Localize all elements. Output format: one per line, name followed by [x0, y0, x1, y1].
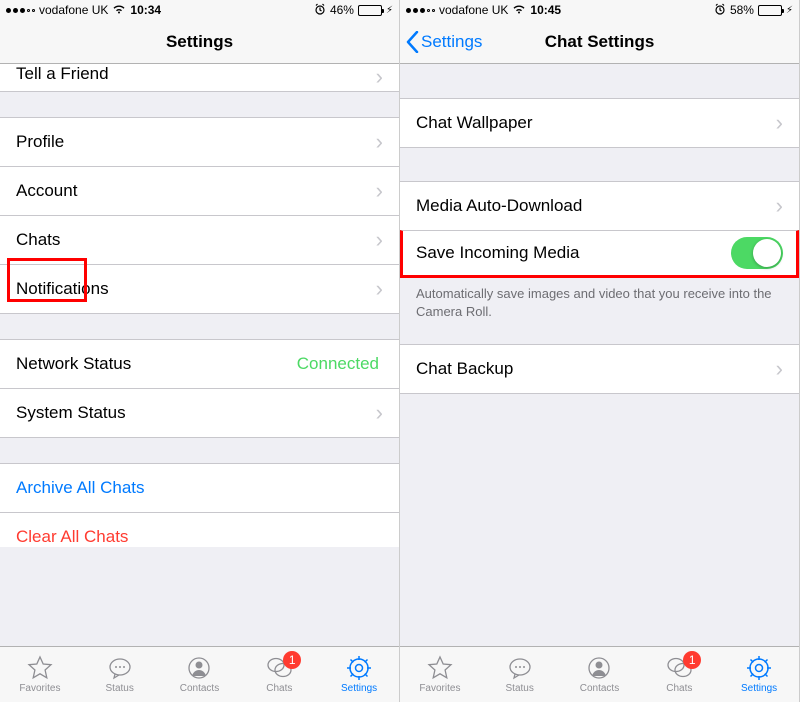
row-label: Account: [16, 181, 376, 201]
row-archive-all[interactable]: Archive All Chats: [0, 463, 399, 513]
tab-label: Settings: [741, 683, 777, 694]
tab-chats[interactable]: 1 Chats: [239, 647, 319, 702]
battery-pct: 46%: [330, 3, 354, 17]
navbar-title: Settings: [166, 32, 233, 52]
signal-dots-icon: [6, 8, 35, 13]
contacts-icon: [185, 655, 213, 681]
row-chat-wallpaper[interactable]: Chat Wallpaper ›: [400, 98, 799, 148]
time-label: 10:34: [130, 3, 161, 17]
status-icon: [106, 655, 134, 681]
carrier-label: vodafone UK: [439, 3, 508, 17]
row-label: Profile: [16, 132, 376, 152]
tab-contacts[interactable]: Contacts: [160, 647, 240, 702]
row-clear-all[interactable]: Clear All Chats: [0, 512, 399, 547]
chat-settings-screen: vodafone UK 10:45 58% ⚡︎ Settings Chat S…: [400, 0, 800, 702]
battery-icon: [358, 5, 382, 16]
chevron-right-icon: ›: [376, 64, 383, 90]
status-bar: vodafone UK 10:34 46% ⚡︎: [0, 0, 399, 20]
chevron-right-icon: ›: [376, 227, 383, 253]
battery-pct: 58%: [730, 3, 754, 17]
chevron-right-icon: ›: [376, 178, 383, 204]
chevron-right-icon: ›: [376, 276, 383, 302]
navbar: Settings: [0, 20, 399, 64]
tab-favorites[interactable]: Favorites: [0, 647, 80, 702]
tab-label: Status: [506, 683, 534, 694]
navbar: Settings Chat Settings: [400, 20, 799, 64]
save-incoming-toggle[interactable]: [731, 237, 783, 269]
network-status-value: Connected: [297, 354, 379, 374]
chevron-right-icon: ›: [376, 129, 383, 155]
charging-icon: ⚡︎: [786, 5, 793, 16]
row-network-status[interactable]: Network Status Connected: [0, 339, 399, 389]
chevron-left-icon: [406, 31, 419, 53]
alarm-icon: [714, 3, 726, 18]
time-label: 10:45: [530, 3, 561, 17]
contacts-icon: [585, 655, 613, 681]
tab-label: Favorites: [19, 683, 60, 694]
tab-chats[interactable]: 1 Chats: [639, 647, 719, 702]
chevron-right-icon: ›: [776, 356, 783, 382]
row-notifications[interactable]: Notifications ›: [0, 264, 399, 314]
gear-icon: [345, 655, 373, 681]
tab-label: Settings: [341, 683, 377, 694]
tab-label: Status: [106, 683, 134, 694]
chats-badge: 1: [283, 651, 301, 669]
navbar-title: Chat Settings: [545, 32, 655, 52]
tab-bar: Favorites Status Contacts 1 Chats Settin…: [400, 646, 799, 702]
carrier-label: vodafone UK: [39, 3, 108, 17]
battery-icon: [758, 5, 782, 16]
signal-dots-icon: [406, 8, 435, 13]
row-chat-backup[interactable]: Chat Backup ›: [400, 344, 799, 394]
alarm-icon: [314, 3, 326, 18]
tab-contacts[interactable]: Contacts: [560, 647, 640, 702]
chevron-right-icon: ›: [376, 400, 383, 426]
row-label: Clear All Chats: [16, 527, 383, 547]
tab-label: Contacts: [580, 683, 619, 694]
row-system-status[interactable]: System Status ›: [0, 388, 399, 438]
tab-label: Chats: [666, 683, 692, 694]
row-label: Chats: [16, 230, 376, 250]
charging-icon: ⚡︎: [386, 5, 393, 16]
gear-icon: [745, 655, 773, 681]
tab-favorites[interactable]: Favorites: [400, 647, 480, 702]
status-bar: vodafone UK 10:45 58% ⚡︎: [400, 0, 799, 20]
tab-settings[interactable]: Settings: [719, 647, 799, 702]
chevron-right-icon: ›: [776, 110, 783, 136]
back-button[interactable]: Settings: [406, 31, 482, 53]
chevron-right-icon: ›: [776, 193, 783, 219]
back-label: Settings: [421, 32, 482, 52]
settings-screen: vodafone UK 10:34 46% ⚡︎ Settings Tell a…: [0, 0, 400, 702]
row-chats[interactable]: Chats ›: [0, 215, 399, 265]
row-account[interactable]: Account ›: [0, 166, 399, 216]
tab-status[interactable]: Status: [480, 647, 560, 702]
row-label: Archive All Chats: [16, 478, 383, 498]
chats-badge: 1: [683, 651, 701, 669]
tab-bar: Favorites Status Contacts 1 Chats Settin…: [0, 646, 399, 702]
wifi-icon: [512, 3, 526, 17]
row-label: Media Auto-Download: [416, 196, 776, 216]
tab-settings[interactable]: Settings: [319, 647, 399, 702]
save-incoming-note: Automatically save images and video that…: [400, 277, 799, 320]
row-save-incoming-media[interactable]: Save Incoming Media: [400, 230, 799, 278]
tab-label: Chats: [266, 683, 292, 694]
row-label: Chat Wallpaper: [416, 113, 776, 133]
row-label: Save Incoming Media: [416, 243, 731, 263]
row-label: Network Status: [16, 354, 297, 374]
row-profile[interactable]: Profile ›: [0, 117, 399, 167]
chat-settings-list[interactable]: Chat Wallpaper › Media Auto-Download › S…: [400, 64, 799, 646]
wifi-icon: [112, 3, 126, 17]
settings-list[interactable]: Tell a Friend › Profile › Account › Chat…: [0, 64, 399, 646]
row-label: Tell a Friend: [16, 64, 376, 84]
star-icon: [26, 655, 54, 681]
status-icon: [506, 655, 534, 681]
tab-status[interactable]: Status: [80, 647, 160, 702]
row-label: Notifications: [16, 279, 376, 299]
row-media-auto-download[interactable]: Media Auto-Download ›: [400, 181, 799, 231]
row-label: System Status: [16, 403, 376, 423]
row-label: Chat Backup: [416, 359, 776, 379]
tab-label: Favorites: [419, 683, 460, 694]
row-tell-a-friend[interactable]: Tell a Friend ›: [0, 64, 399, 92]
star-icon: [426, 655, 454, 681]
tab-label: Contacts: [180, 683, 219, 694]
